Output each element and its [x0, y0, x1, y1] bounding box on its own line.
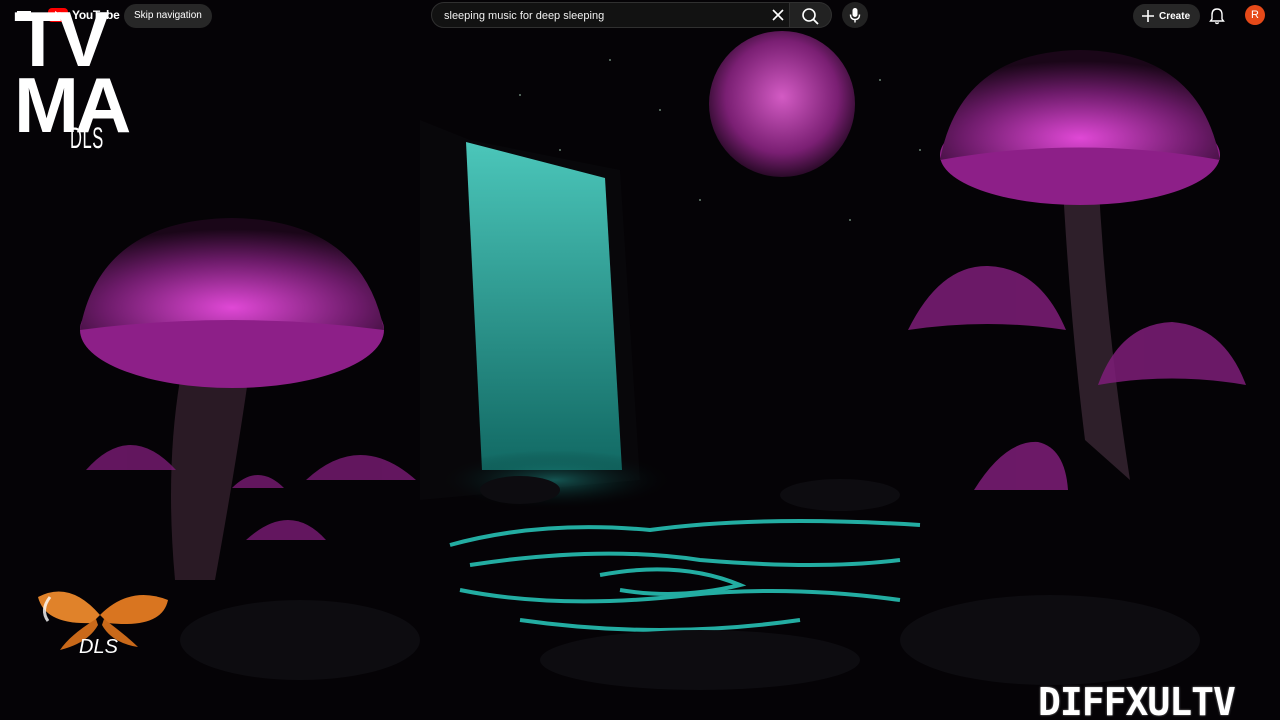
voice-search-button[interactable]	[842, 2, 868, 28]
notifications-button[interactable]	[1207, 6, 1227, 26]
moon	[709, 31, 855, 177]
avatar[interactable]: R	[1245, 5, 1265, 25]
tv-ma-text: TV MA	[14, 0, 131, 149]
video-scene	[0, 0, 1280, 720]
search-icon	[802, 8, 819, 25]
close-icon[interactable]	[769, 6, 787, 24]
tv-ma-rating-watermark: TV MA DLS	[14, 0, 164, 154]
channel-watermark: DIFFXULTV	[1038, 680, 1236, 720]
search-button[interactable]	[790, 2, 832, 28]
create-button[interactable]: Create	[1133, 4, 1201, 28]
plus-icon	[1142, 10, 1154, 22]
masthead: YouTube Skip navigation Create R	[0, 0, 1280, 32]
dls-top-text: DLS	[70, 122, 104, 155]
mic-icon	[849, 8, 861, 23]
create-label: Create	[1159, 10, 1191, 22]
waterfall	[466, 142, 622, 470]
search-input[interactable]	[442, 3, 766, 29]
bell-icon	[1209, 8, 1225, 25]
dls-bottom-watermark: DLS	[79, 636, 118, 658]
search-box	[431, 2, 790, 29]
